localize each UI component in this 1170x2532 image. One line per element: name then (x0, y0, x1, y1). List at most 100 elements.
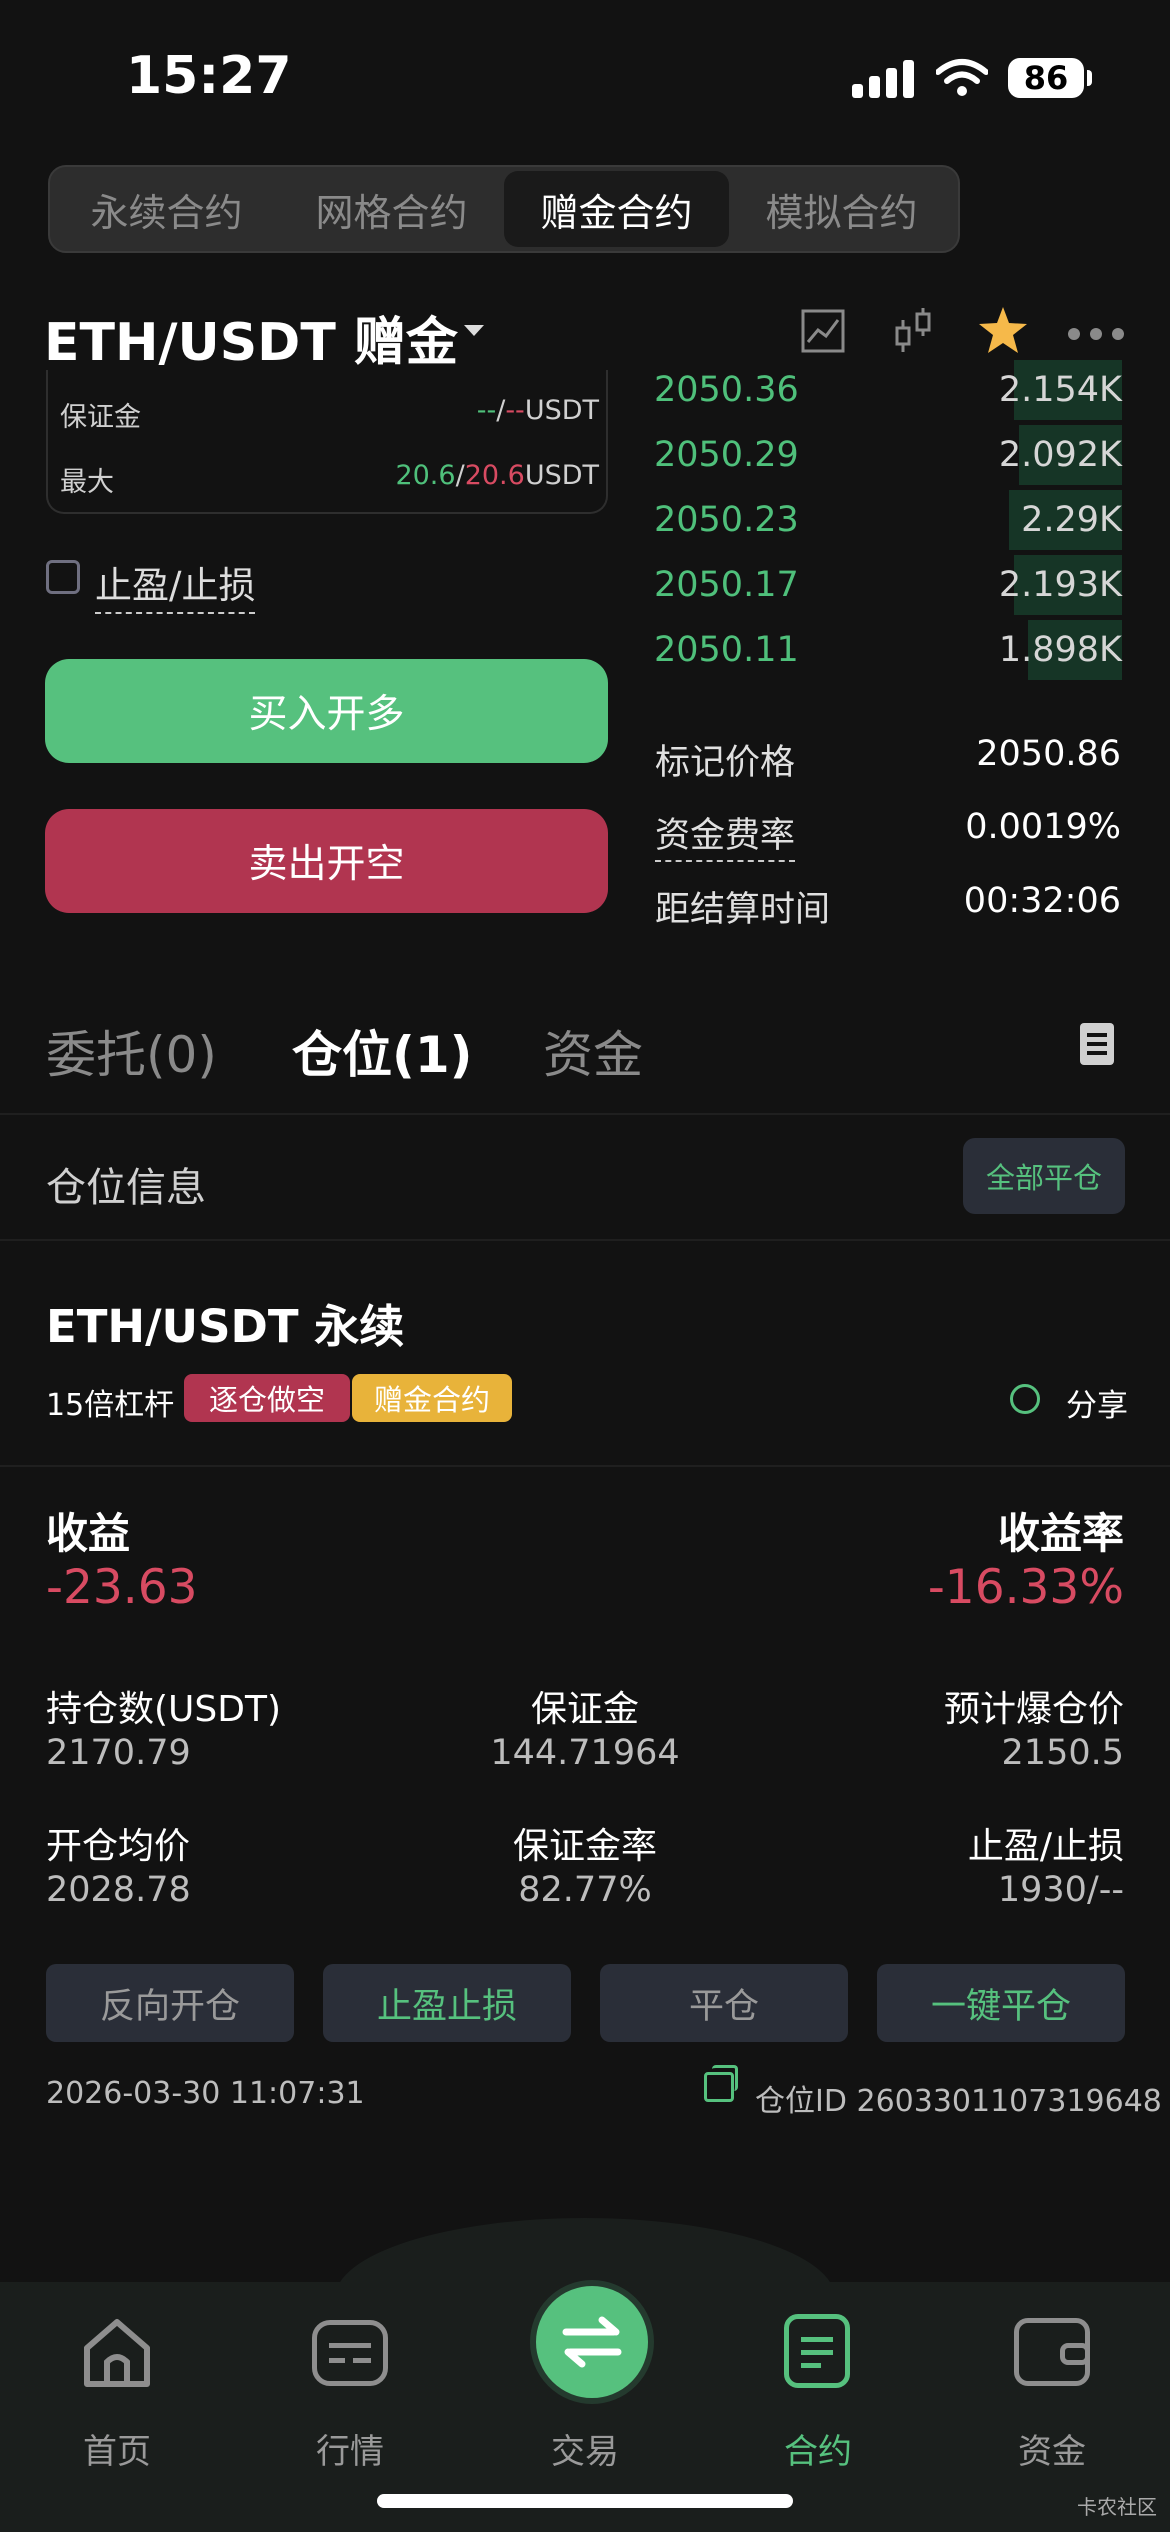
order-book-row[interactable]: 2050.17 2.193K (652, 555, 1122, 615)
buy-long-button[interactable]: 买入开多 (45, 659, 608, 763)
status-time: 15:27 (126, 46, 292, 106)
position-pair[interactable]: ETH/USDT 永续 (46, 1290, 404, 1355)
reverse-position-button[interactable]: 反向开仓 (46, 1964, 294, 2042)
segment-perpetual[interactable]: 永续合约 (54, 171, 279, 247)
margin-ratio-label: 保证金率 (512, 1826, 657, 1867)
tp-sl-checkbox[interactable] (46, 560, 80, 594)
segment-bonus[interactable]: 赠金合约 (504, 171, 729, 247)
order-book-price: 2050.23 (654, 500, 799, 540)
tab-funds[interactable]: 资金 (543, 1015, 643, 1087)
order-book-price: 2050.36 (654, 370, 799, 410)
order-book-row[interactable]: 2050.36 2.154K (652, 360, 1122, 420)
bonus-contract-badge: 赠金合约 (352, 1374, 512, 1422)
pnl-rate-label: 收益率 (997, 1509, 1124, 1558)
liquidation-price-label: 预计爆仓价 (943, 1689, 1124, 1730)
margin-ratio-value: 82.77% (518, 1870, 652, 1910)
isolated-short-badge: 逐仓做空 (184, 1374, 350, 1422)
cellular-signal-icon (852, 60, 914, 98)
mark-price-value: 2050.86 (976, 734, 1121, 774)
margin-stat-value: 144.71964 (490, 1733, 680, 1773)
order-book-price: 2050.11 (654, 630, 799, 670)
nav-funds[interactable]: 资金 (952, 2300, 1152, 2500)
settlement-time-label: 距结算时间 (655, 890, 831, 930)
nav-market-label: 行情 (316, 2432, 384, 2472)
divider (0, 1239, 1170, 1241)
order-book-row[interactable]: 2050.23 2.29K (652, 490, 1122, 550)
tp-sl-button[interactable]: 止盈止损 (323, 1964, 571, 2042)
nav-trade[interactable]: 交易 (485, 2300, 685, 2500)
more-icon[interactable] (1068, 328, 1124, 340)
pnl-value: -23.63 (46, 1560, 198, 1615)
nav-contract-label: 合约 (784, 2432, 852, 2472)
tp-sl-label[interactable]: 止盈/止损 (95, 555, 256, 614)
nav-home-label: 首页 (83, 2432, 151, 2472)
document-icon[interactable] (1080, 1023, 1114, 1065)
line-chart-icon[interactable] (800, 308, 846, 354)
pair-selector[interactable]: ETH/USDT 赠金 (44, 300, 458, 375)
mark-price-label: 标记价格 (655, 743, 796, 783)
tab-orders[interactable]: 委托(0) (46, 1015, 217, 1087)
close-all-button[interactable]: 全部平仓 (963, 1138, 1125, 1214)
funding-rate-value: 0.0019% (965, 807, 1121, 847)
nav-market[interactable]: 行情 (250, 2300, 450, 2500)
entry-price-value: 2028.78 (46, 1870, 191, 1910)
position-id[interactable]: 仓位ID 2603301107319648 (755, 2076, 1162, 2120)
nav-trade-label: 交易 (551, 2432, 619, 2472)
battery-tip (1087, 70, 1092, 86)
market-icon (312, 2320, 388, 2386)
order-book-qty: 1.898K (998, 630, 1122, 670)
leverage-text: 15倍杠杆 (46, 1388, 175, 1423)
tp-sl-stat-value: 1930/-- (997, 1870, 1124, 1910)
open-time: 2026-03-30 11:07:31 (46, 2076, 365, 2111)
order-book-row[interactable]: 2050.11 1.898K (652, 620, 1122, 680)
entry-price-label: 开仓均价 (46, 1826, 191, 1867)
nav-home[interactable]: 首页 (17, 2300, 217, 2500)
order-book-qty: 2.29K (1021, 500, 1122, 540)
order-book-price: 2050.29 (654, 435, 799, 475)
order-book-price: 2050.17 (654, 565, 799, 605)
chevron-down-icon[interactable] (464, 325, 484, 336)
nav-funds-label: 资金 (1018, 2432, 1086, 2472)
wallet-icon (1014, 2318, 1090, 2386)
candlestick-icon[interactable] (893, 306, 935, 356)
sell-short-button[interactable]: 卖出开空 (45, 809, 608, 913)
order-book-qty: 2.154K (998, 370, 1122, 410)
order-book-qty: 2.092K (998, 435, 1122, 475)
liquidation-price-value: 2150.5 (1001, 1733, 1124, 1773)
pnl-label: 收益 (46, 1509, 131, 1558)
position-size-value: 2170.79 (46, 1733, 191, 1773)
max-value: 20.6/20.6USDT (395, 460, 599, 491)
battery-icon: 86 (1008, 58, 1084, 98)
copy-icon[interactable] (704, 2072, 734, 2102)
share-icon[interactable] (1010, 1384, 1040, 1414)
divider (0, 1113, 1170, 1115)
close-position-button[interactable]: 平仓 (600, 1964, 848, 2042)
contract-type-segment: 永续合约 网格合约 赠金合约 模拟合约 (48, 165, 960, 253)
margin-label: 保证金 (60, 402, 141, 433)
wifi-icon (936, 59, 988, 96)
pnl-rate-value: -16.33% (927, 1560, 1124, 1615)
segment-grid[interactable]: 网格合约 (279, 171, 504, 247)
watermark: 卡农社区 (1077, 2495, 1157, 2519)
order-summary-box (46, 370, 608, 514)
nav-contract[interactable]: 合约 (718, 2300, 918, 2500)
divider (0, 1465, 1170, 1467)
contract-icon (784, 2314, 850, 2388)
home-indicator (377, 2494, 793, 2508)
position-size-label: 持仓数(USDT) (46, 1689, 282, 1730)
max-label: 最大 (60, 467, 114, 498)
margin-value: --/--USDT (476, 395, 599, 426)
star-icon[interactable] (977, 305, 1029, 355)
tp-sl-stat-label: 止盈/止损 (967, 1826, 1124, 1867)
tab-positions[interactable]: 仓位(1) (292, 1015, 473, 1087)
order-book-row[interactable]: 2050.29 2.092K (652, 425, 1122, 485)
settlement-time-value: 00:32:06 (963, 881, 1121, 921)
order-book-qty: 2.193K (998, 565, 1122, 605)
one-click-close-button[interactable]: 一键平仓 (877, 1964, 1125, 2042)
margin-stat-label: 保证金 (530, 1689, 639, 1730)
position-info-label: 仓位信息 (46, 1165, 206, 1211)
funding-rate-label[interactable]: 资金费率 (655, 807, 796, 862)
segment-demo[interactable]: 模拟合约 (729, 171, 954, 247)
share-button[interactable]: 分享 (1066, 1380, 1128, 1425)
home-icon (84, 2319, 150, 2387)
